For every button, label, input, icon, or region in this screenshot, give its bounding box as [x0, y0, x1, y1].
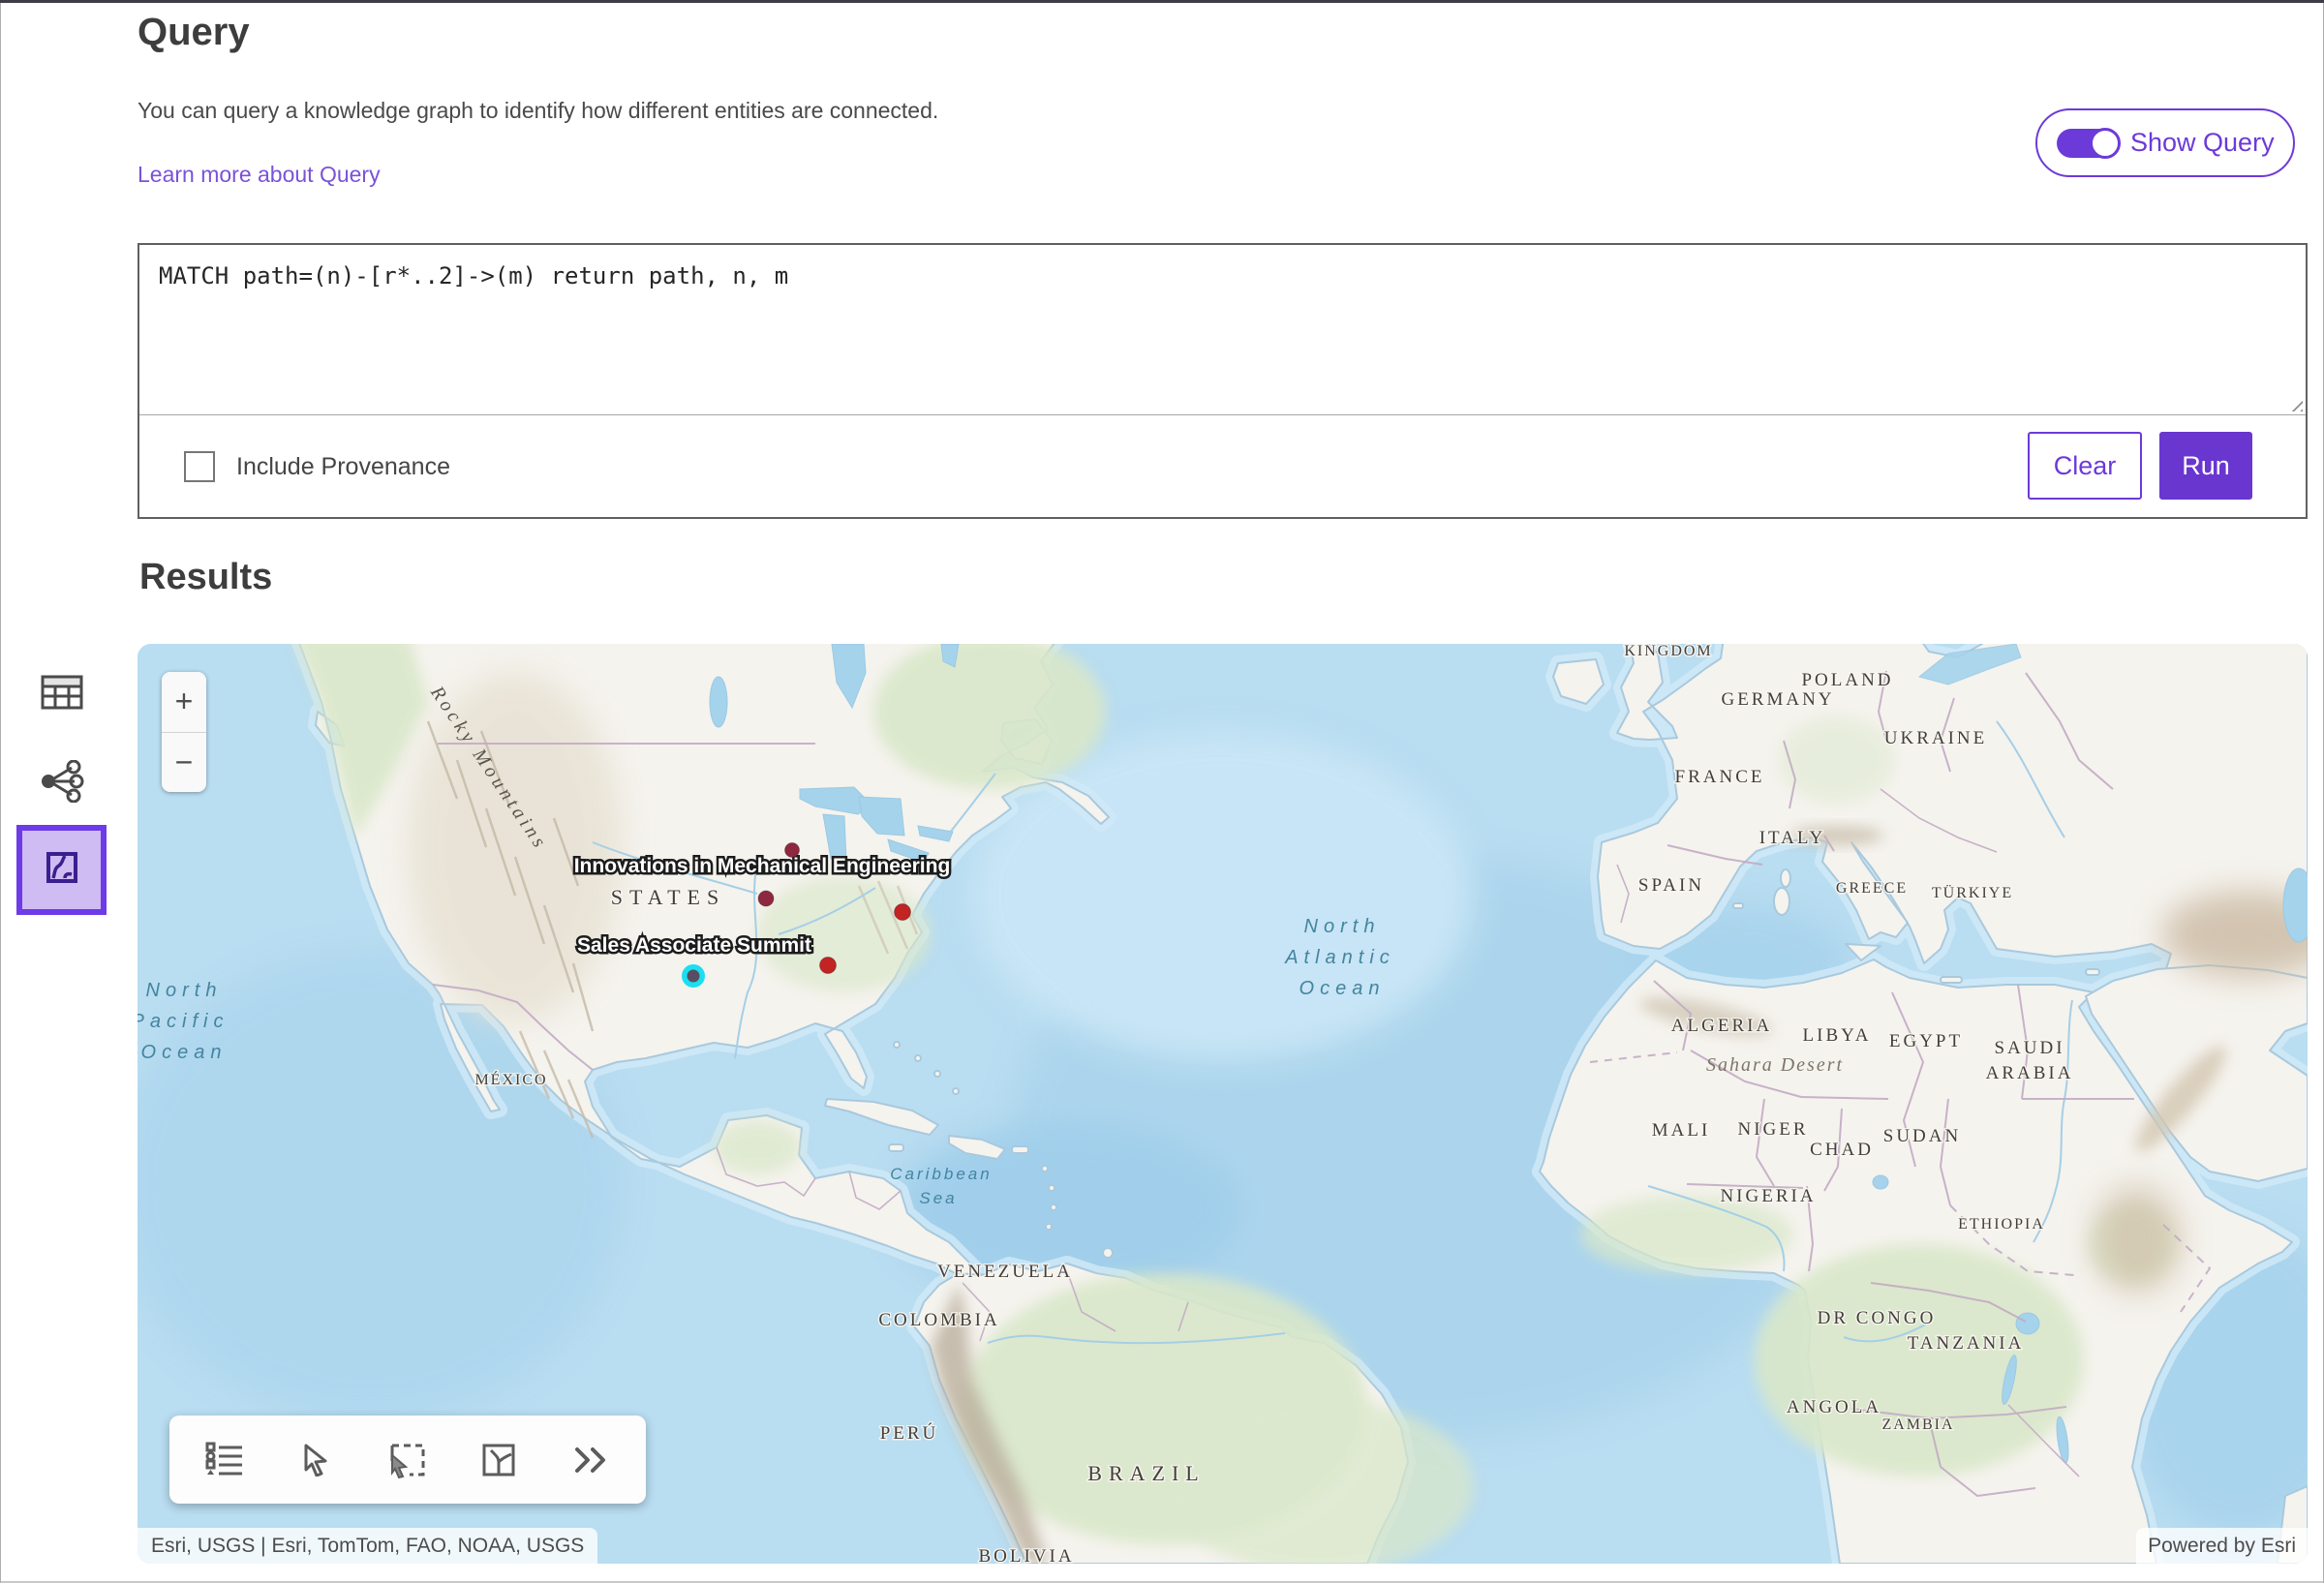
include-provenance-checkbox[interactable] — [184, 451, 215, 482]
map-label-colombia: COLOMBIA — [878, 1310, 999, 1330]
map-label-north-atlantic-1: North — [1304, 916, 1381, 937]
zoom-in-button[interactable]: + — [162, 672, 206, 732]
clear-button[interactable]: Clear — [2028, 432, 2142, 500]
query-panel-footer: Include Provenance — [139, 416, 2306, 517]
run-button[interactable]: Run — [2159, 432, 2252, 500]
query-description: You can query a knowledge graph to ident… — [138, 98, 938, 124]
result-marker[interactable] — [895, 904, 911, 921]
map-attribution: Esri, USGS | Esri, TomTom, FAO, NOAA, US… — [138, 1528, 597, 1564]
map-label-tanzania: TANZANIA — [1908, 1333, 2025, 1354]
map-label-spain: SPAIN — [1638, 875, 1704, 896]
map-label-libya: LIBYA — [1803, 1025, 1872, 1046]
map-label-poland: POLAND — [1801, 670, 1893, 690]
map-label-germany: GERMANY — [1721, 689, 1834, 710]
sidebar-item-table-view[interactable] — [37, 669, 87, 715]
legend-icon[interactable] — [203, 1439, 246, 1481]
map-label-nigeria: NIGERIA — [1720, 1186, 1816, 1206]
map-label-sahara: Sahara Desert — [1706, 1054, 1844, 1076]
map-label-turkiye: TÜRKIYE — [1932, 884, 2013, 901]
query-input[interactable]: MATCH path=(n)-[r*..2]->(m) return path,… — [139, 245, 2306, 415]
results-map[interactable]: Rocky Mountains North Pacific Ocean Nort… — [138, 644, 2308, 1564]
map-label-algeria: ALGERIA — [1671, 1016, 1772, 1036]
map-label-dr-congo: DR CONGO — [1818, 1308, 1937, 1328]
sidebar-item-map-view[interactable] — [16, 825, 107, 915]
lasso-select-icon[interactable] — [477, 1439, 520, 1481]
map-label-mexico: MÉXICO — [474, 1070, 547, 1088]
map-label-north-atlantic-2: Atlantic — [1284, 947, 1395, 968]
result-marker[interactable] — [785, 843, 800, 858]
page-title: Query — [138, 11, 250, 54]
map-label-italy: ITALY — [1759, 828, 1826, 848]
map-view-icon — [46, 851, 78, 889]
map-label-caribbean-2: Sea — [919, 1189, 957, 1207]
map-label-chad: CHAD — [1810, 1140, 1874, 1160]
map-label-north-pacific-1: North — [146, 980, 223, 1001]
marker-label-sales: Sales Associate Summit — [577, 934, 811, 957]
map-label-brazil: BRAZIL — [1087, 1461, 1205, 1485]
knowledge-query-page: Query You can query a knowledge graph to… — [0, 0, 2324, 1583]
show-query-toggle[interactable]: Show Query — [2035, 108, 2295, 177]
map-label-angola: ANGOLA — [1787, 1397, 1881, 1417]
map-label-mali: MALI — [1652, 1120, 1711, 1141]
expand-icon[interactable] — [569, 1439, 612, 1481]
toggle-switch-icon — [2057, 129, 2119, 158]
marker-label-innovations: Innovations in Mechanical Engineering — [574, 855, 951, 877]
sidebar-item-link-chart-view[interactable] — [37, 758, 87, 805]
table-icon — [41, 675, 83, 710]
map-label-zambia: ZAMBIA — [1881, 1416, 1954, 1433]
map-label-egypt: EGYPT — [1889, 1031, 1963, 1051]
map-label-greece: GREECE — [1836, 880, 1908, 897]
result-marker-selected[interactable] — [682, 964, 705, 988]
map-label-venezuela: VENEZUELA — [937, 1262, 1073, 1282]
map-label-france: FRANCE — [1675, 767, 1765, 787]
map-label-bolivia: BOLIVIA — [978, 1546, 1074, 1564]
map-label-peru: PERÚ — [880, 1422, 939, 1444]
powered-by-esri: Powered by Esri — [2136, 1528, 2308, 1564]
include-provenance-label: Include Provenance — [236, 453, 450, 481]
map-label-ethiopia: ETHIOPIA — [1958, 1216, 2045, 1233]
results-title: Results — [139, 557, 272, 598]
select-rectangle-icon[interactable] — [386, 1439, 429, 1481]
zoom-out-button[interactable]: − — [162, 733, 206, 793]
map-label-north-pacific-3: Ocean — [141, 1042, 228, 1063]
map-label-kingdom: KINGDOM — [1624, 644, 1712, 659]
map-label-saudi: SAUDI — [1994, 1038, 2064, 1058]
map-label-caribbean-1: Caribbean — [890, 1165, 992, 1183]
map-label-states: STATES — [611, 885, 725, 909]
cursor-icon[interactable] — [295, 1439, 338, 1481]
query-panel: MATCH path=(n)-[r*..2]->(m) return path,… — [138, 243, 2308, 519]
map-toolbar — [169, 1416, 646, 1504]
show-query-label: Show Query — [2130, 128, 2275, 158]
map-label-ukraine: UKRAINE — [1884, 728, 1988, 748]
map-zoom-control: + − — [162, 672, 206, 792]
map-label-north-pacific-2: Pacific — [138, 1011, 229, 1032]
map-label-arabia: ARABIA — [1986, 1063, 2074, 1083]
map-label-niger: NIGER — [1737, 1119, 1808, 1140]
result-marker[interactable] — [820, 958, 837, 974]
map-label-north-atlantic-3: Ocean — [1300, 978, 1386, 999]
learn-more-link[interactable]: Learn more about Query — [138, 162, 381, 188]
link-chart-icon — [40, 760, 84, 803]
map-label-sudan: SUDAN — [1883, 1126, 1961, 1146]
result-marker[interactable] — [758, 891, 774, 906]
